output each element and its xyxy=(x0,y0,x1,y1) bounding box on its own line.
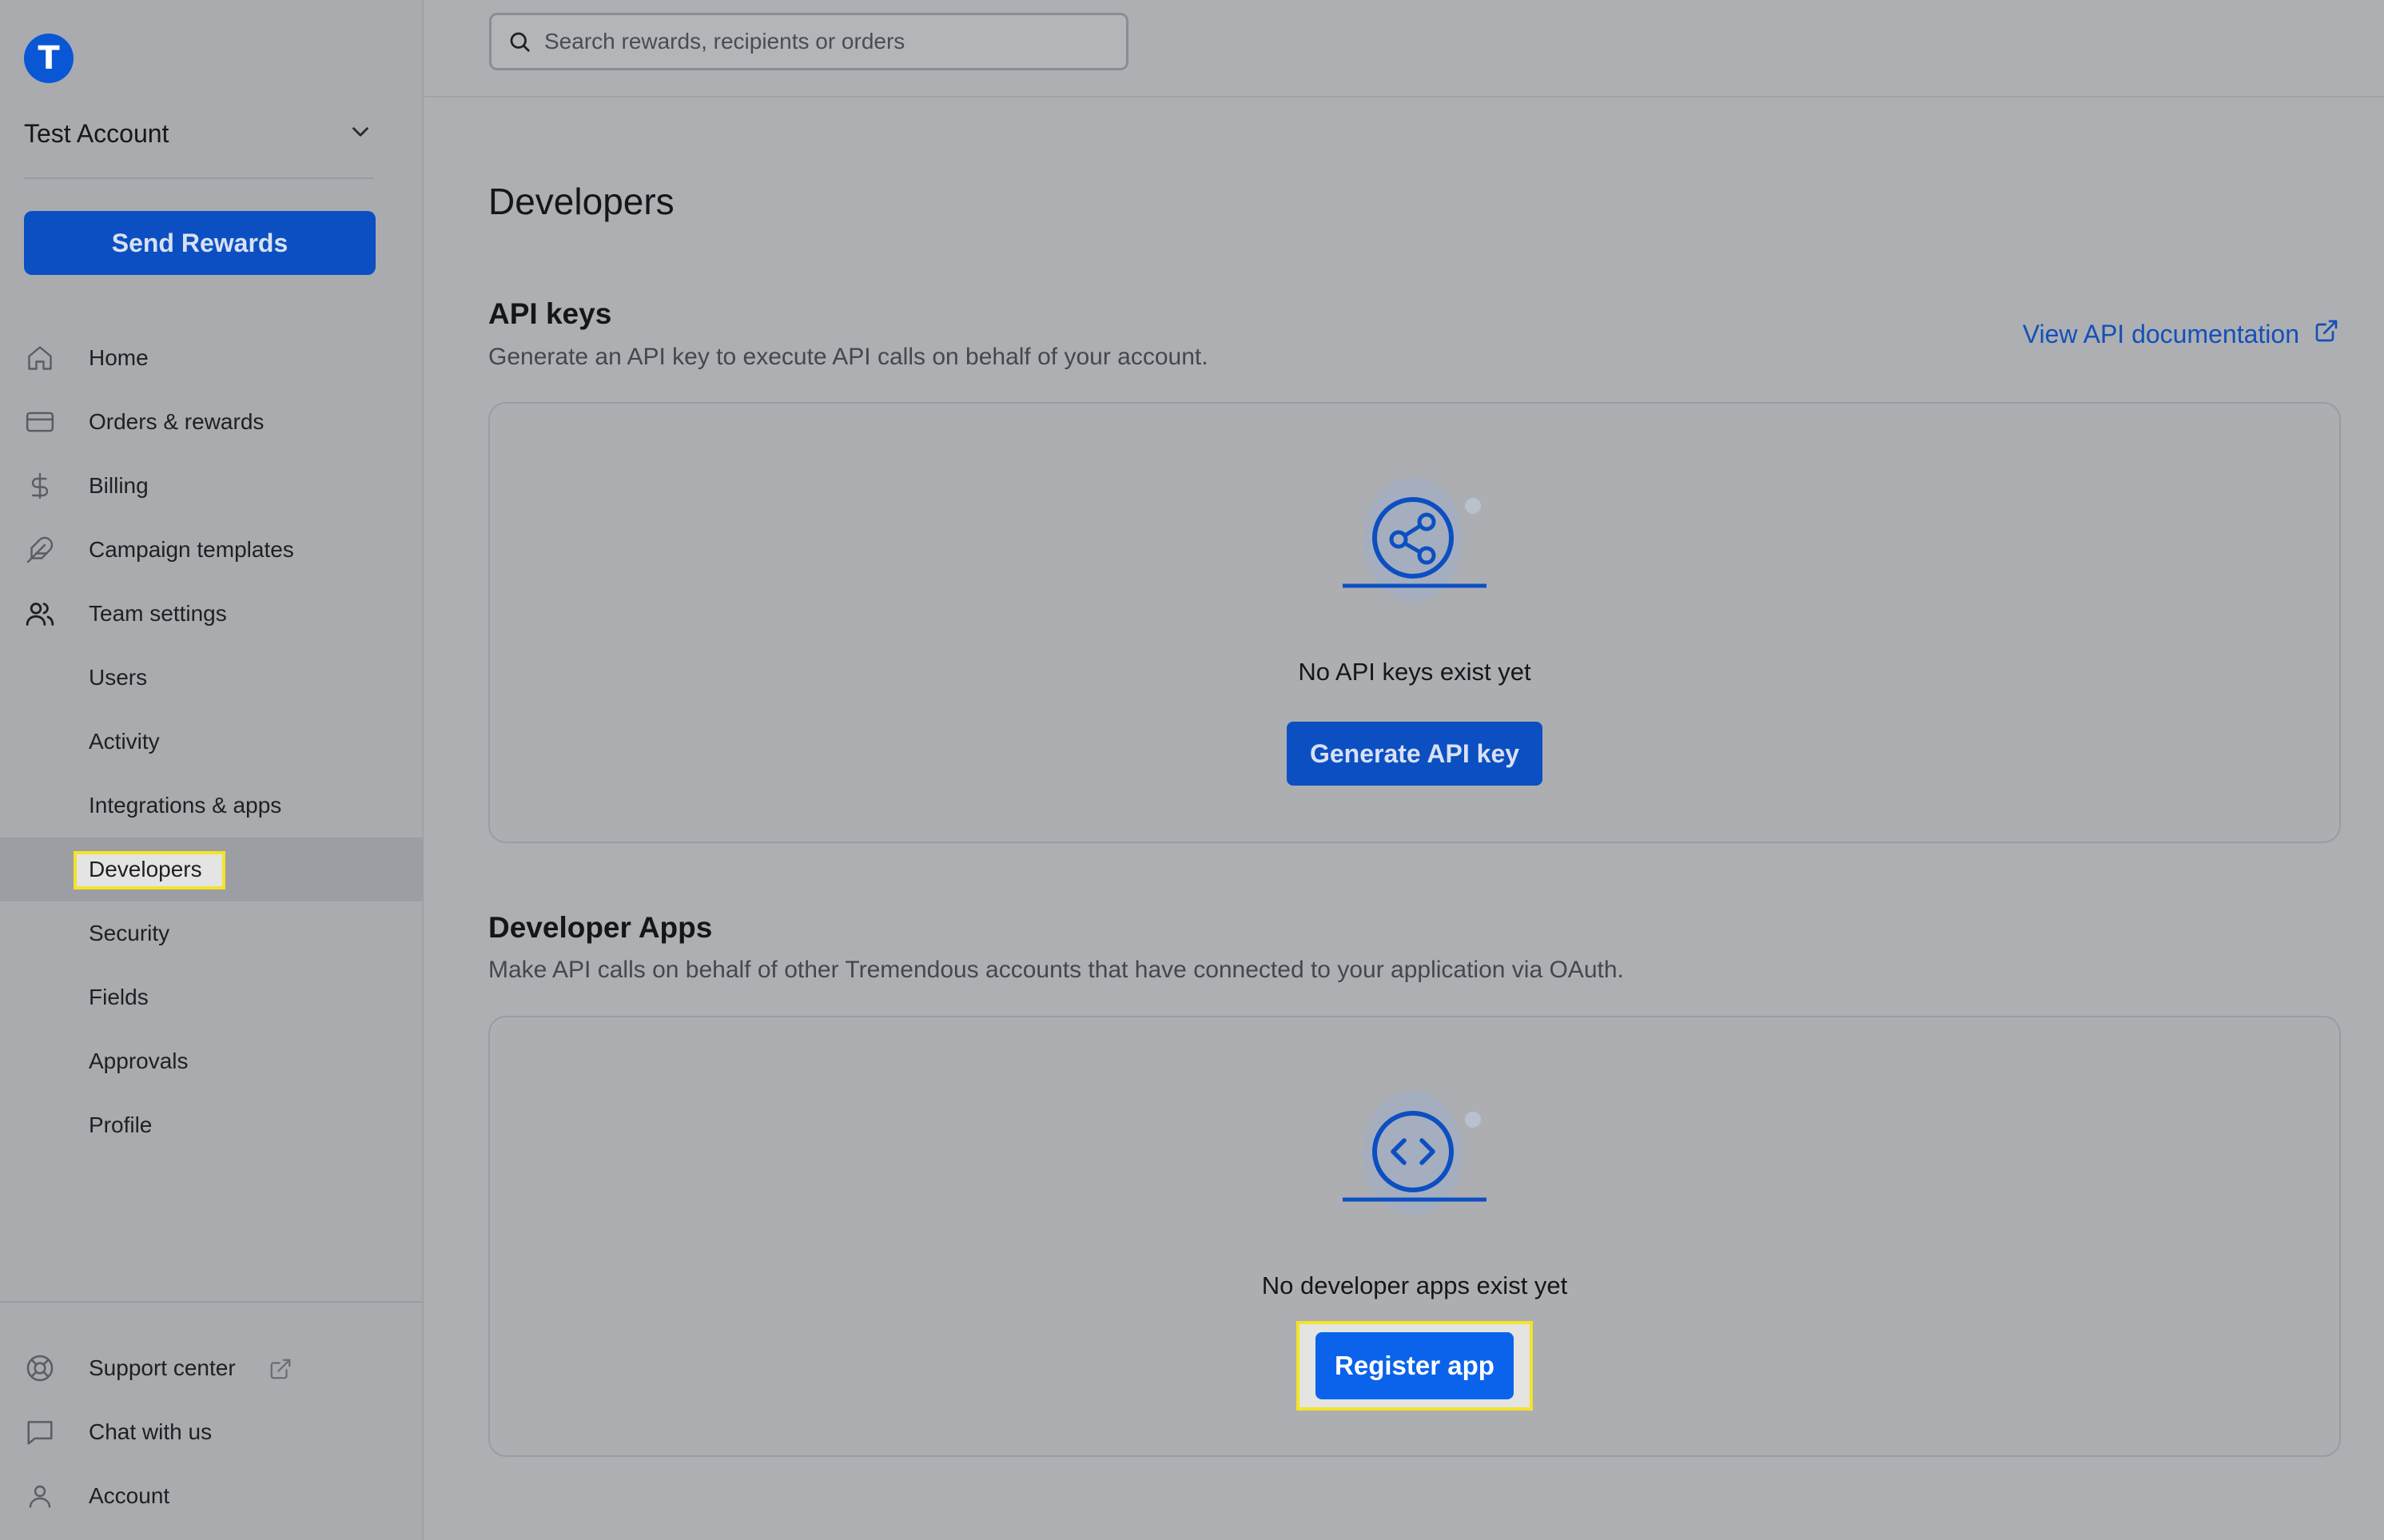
sidebar-item-label: Activity xyxy=(89,729,160,754)
generate-api-key-button[interactable]: Generate API key xyxy=(1287,722,1542,786)
sidebar-item-chat[interactable]: Chat with us xyxy=(0,1400,424,1464)
sidebar-divider xyxy=(24,177,374,179)
sidebar-item-label: Team settings xyxy=(89,601,227,626)
sidebar-item-profile[interactable]: Profile xyxy=(0,1093,424,1157)
sidebar-item-approvals[interactable]: Approvals xyxy=(0,1029,424,1093)
users-icon xyxy=(24,598,56,630)
sidebar-item-label: Approvals xyxy=(89,1049,189,1073)
sidebar-item-label: Account xyxy=(89,1483,170,1508)
sidebar-item-label: Security xyxy=(89,921,170,945)
send-rewards-button[interactable]: Send Rewards xyxy=(24,211,376,275)
api-keys-description: Generate an API key to execute API calls… xyxy=(488,344,1208,370)
sidebar-item-developers[interactable]: Developers xyxy=(0,838,424,901)
feather-icon xyxy=(24,534,56,566)
sidebar-item-label: Chat with us xyxy=(89,1419,213,1444)
person-icon xyxy=(24,1480,56,1512)
sidebar-item-orders-rewards[interactable]: Orders & rewards xyxy=(0,390,424,454)
sidebar-item-label: Orders & rewards xyxy=(89,409,265,434)
sidebar-item-label: Billing xyxy=(89,473,149,498)
chat-icon xyxy=(24,1416,56,1448)
sidebar-item-users[interactable]: Users xyxy=(0,646,424,710)
dollar-icon xyxy=(24,470,56,502)
sidebar-item-home[interactable]: Home xyxy=(0,326,424,390)
brand-logo[interactable]: T xyxy=(24,34,74,83)
external-link-icon xyxy=(2314,318,2339,350)
search-icon xyxy=(506,28,533,55)
sidebar-item-label: Fields xyxy=(89,985,149,1009)
sidebar-item-team-settings[interactable]: Team settings xyxy=(0,582,424,646)
sidebar-item-label: Support center xyxy=(89,1355,236,1380)
sidebar-item-activity[interactable]: Activity xyxy=(0,710,424,774)
api-keys-empty-text: No API keys exist yet xyxy=(1298,658,1531,686)
register-app-button[interactable]: Register app xyxy=(1315,1332,1514,1399)
sidebar-item-billing[interactable]: Billing xyxy=(0,454,424,518)
api-keys-card: No API keys exist yet Generate API key xyxy=(488,402,2341,843)
sidebar-item-label: Integrations & apps xyxy=(89,793,282,818)
sidebar-item-integrations-apps[interactable]: Integrations & apps xyxy=(0,774,424,838)
developer-apps-title: Developer Apps xyxy=(488,911,713,944)
sidebar-item-label: Users xyxy=(89,665,148,690)
code-icon xyxy=(1335,1081,1494,1241)
page-title: Developers xyxy=(488,181,675,222)
highlight-box: Register app xyxy=(1296,1321,1533,1411)
sidebar-divider xyxy=(0,1301,424,1303)
developer-apps-description: Make API calls on behalf of other Tremen… xyxy=(488,957,1624,983)
sidebar-item-label: Developers xyxy=(89,857,202,881)
sidebar-item-security[interactable]: Security xyxy=(0,901,424,965)
sidebar-item-account[interactable]: Account xyxy=(0,1464,424,1528)
search-input[interactable] xyxy=(544,29,1104,54)
api-keys-title: API keys xyxy=(488,297,612,330)
external-link-icon xyxy=(269,1357,293,1387)
developer-apps-empty-text: No developer apps exist yet xyxy=(1261,1271,1568,1299)
sidebar-item-fields[interactable]: Fields xyxy=(0,965,424,1029)
sidebar-item-label: Home xyxy=(89,345,149,370)
account-switcher[interactable]: Test Account xyxy=(24,112,374,155)
sidebar-item-label: Campaign templates xyxy=(89,537,294,562)
developer-apps-card: No developer apps exist yet Register app xyxy=(488,1016,2341,1457)
home-icon xyxy=(24,342,56,374)
share-icon xyxy=(1335,468,1494,627)
sidebar-item-support-center[interactable]: Support center xyxy=(0,1336,424,1400)
api-documentation-link[interactable]: View API documentation xyxy=(2023,318,2339,350)
top-bar xyxy=(424,0,2384,97)
lifebuoy-icon xyxy=(24,1352,56,1384)
sidebar-item-campaign-templates[interactable]: Campaign templates xyxy=(0,518,424,582)
search-box[interactable] xyxy=(489,13,1128,70)
sidebar-item-label: Profile xyxy=(89,1112,153,1137)
api-documentation-link-label: View API documentation xyxy=(2022,319,2299,348)
account-name: Test Account xyxy=(24,118,169,148)
brand-logo-letter: T xyxy=(38,40,60,77)
sidebar: T Test Account Send Rewards Home Orders … xyxy=(0,0,424,1540)
chevron-down-icon xyxy=(347,118,374,149)
card-icon xyxy=(24,406,56,438)
